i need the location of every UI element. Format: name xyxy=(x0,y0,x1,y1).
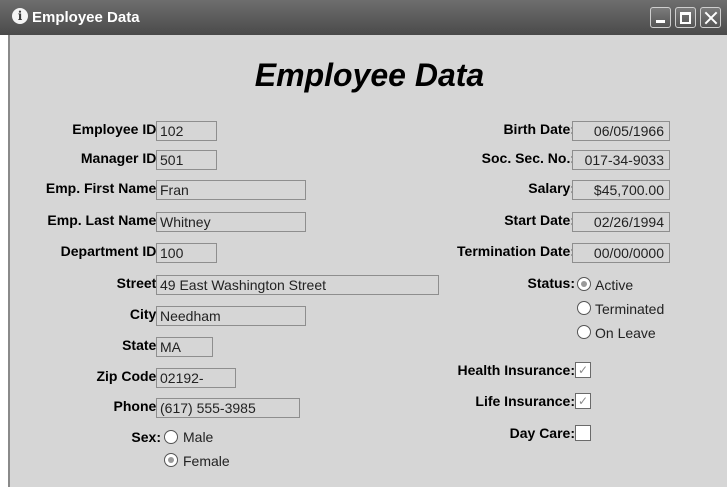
start-date-label: Start Date: xyxy=(504,212,575,228)
sex-male-radio[interactable] xyxy=(164,430,178,444)
manager-id-label: Manager ID: xyxy=(80,150,161,166)
day-care-label: Day Care: xyxy=(509,425,575,441)
street-field[interactable]: 49 East Washington Street xyxy=(156,275,439,295)
sex-female-label: Female xyxy=(183,453,230,469)
salary-label: Salary: xyxy=(528,180,575,196)
ssn-label: Soc. Sec. No.: xyxy=(481,150,575,166)
street-label: Street: xyxy=(116,275,161,291)
form-panel: Employee Data Employee ID: 102 Manager I… xyxy=(8,35,727,487)
close-button[interactable] xyxy=(700,7,721,28)
life-insurance-label: Life Insurance: xyxy=(475,393,575,409)
status-on-leave-radio[interactable] xyxy=(577,325,591,339)
phone-label: Phone: xyxy=(113,398,161,414)
start-date-field[interactable]: 02/26/1994 xyxy=(572,212,670,232)
minimize-button[interactable] xyxy=(650,7,671,28)
status-active-radio[interactable] xyxy=(577,277,591,291)
department-id-label: Department ID: xyxy=(60,243,161,259)
form-heading: Employee Data xyxy=(254,57,485,93)
life-insurance-checkbox[interactable]: ✓ xyxy=(575,393,591,409)
sex-label: Sex: xyxy=(131,429,161,445)
birth-date-label: Birth Date: xyxy=(503,121,575,137)
employee-data-window: i Employee Data Employee Data Employee I… xyxy=(0,0,727,487)
status-on-leave-label: On Leave xyxy=(595,325,656,341)
window-title: Employee Data xyxy=(32,9,140,26)
health-insurance-checkbox[interactable]: ✓ xyxy=(575,362,591,378)
last-name-label: Emp. Last Name: xyxy=(47,212,161,228)
city-field[interactable]: Needham xyxy=(156,306,306,326)
first-name-label: Emp. First Name: xyxy=(45,180,161,196)
department-id-field[interactable]: 100 xyxy=(156,243,217,263)
first-name-field[interactable]: Fran xyxy=(156,180,306,200)
salary-field[interactable]: $45,700.00 xyxy=(572,180,670,200)
status-label: Status: xyxy=(527,275,575,291)
birth-date-field[interactable]: 06/05/1966 xyxy=(572,121,670,141)
day-care-checkbox[interactable] xyxy=(575,425,591,441)
info-icon: i xyxy=(12,8,28,24)
status-active-label: Active xyxy=(595,277,634,293)
status-terminated-radio[interactable] xyxy=(577,301,591,315)
maximize-button[interactable] xyxy=(675,7,696,28)
sex-female-radio[interactable] xyxy=(164,453,178,467)
sex-male-label: Male xyxy=(183,429,214,445)
zip-code-label: Zip Code: xyxy=(96,368,161,384)
last-name-field[interactable]: Whitney xyxy=(156,212,306,232)
title-bar[interactable]: i Employee Data xyxy=(0,0,727,35)
employee-id-field[interactable]: 102 xyxy=(156,121,217,141)
zip-code-field[interactable]: 02192- xyxy=(156,368,236,388)
termination-date-label: Termination Date: xyxy=(457,243,575,259)
health-insurance-label: Health Insurance: xyxy=(457,362,575,378)
status-terminated-label: Terminated xyxy=(595,301,665,317)
employee-id-label: Employee ID: xyxy=(72,121,161,137)
termination-date-field[interactable]: 00/00/0000 xyxy=(572,243,670,263)
manager-id-field[interactable]: 501 xyxy=(156,150,217,170)
phone-field[interactable]: (617) 555-3985 xyxy=(156,398,300,418)
ssn-field[interactable]: 017-34-9033 xyxy=(572,150,670,170)
state-field[interactable]: MA xyxy=(156,337,213,357)
